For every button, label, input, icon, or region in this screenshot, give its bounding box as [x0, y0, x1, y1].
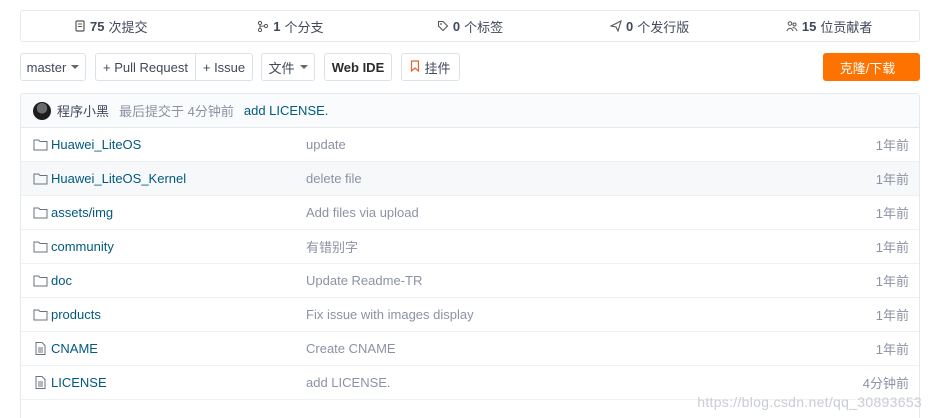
web-ide-button[interactable]: Web IDE: [324, 53, 392, 81]
file-list: 程序小黑 最后提交于 4分钟前 add LICENSE. Huawei_Lite…: [20, 93, 920, 418]
commit-icon: [74, 20, 86, 32]
file-name-link[interactable]: Huawei_LiteOS: [33, 137, 141, 152]
stat-branches[interactable]: 1 个分支: [201, 11, 381, 41]
branch-label: master: [26, 59, 67, 75]
file-commit-time: 1年前: [875, 274, 909, 289]
stat-count: 0: [452, 18, 461, 34]
repo-stats-bar: 75 次提交 1 个分支 0 个标签 0 个发行版 15 位贡献者: [20, 10, 920, 42]
file-name: products: [51, 307, 101, 322]
file-commit-message[interactable]: update: [306, 137, 346, 152]
stat-label: 个分支: [284, 19, 324, 35]
folder-icon: [33, 240, 51, 253]
stat-count: 15: [801, 18, 817, 34]
watermark: https://blog.csdn.net/qq_30893653: [697, 394, 922, 410]
stat-label: 个标签: [464, 19, 504, 35]
file-name-link[interactable]: Huawei_LiteOS_Kernel: [33, 171, 186, 186]
widget-label: 挂件: [424, 60, 451, 76]
stat-tags[interactable]: 0 个标签: [380, 11, 560, 41]
file-row[interactable]: community 有错别字 1年前: [21, 230, 919, 264]
file-row[interactable]: doc Update Readme-TR 1年前: [21, 264, 919, 298]
stat-label: 次提交: [108, 19, 148, 35]
stat-contributors[interactable]: 15 位贡献者: [739, 11, 919, 41]
file-name: Huawei_LiteOS: [51, 137, 142, 152]
file-name-link[interactable]: doc: [33, 273, 72, 288]
avatar[interactable]: [33, 101, 51, 120]
stat-label: 位贡献者: [820, 19, 873, 35]
file-commit-time: 1年前: [875, 240, 909, 255]
file-name-link[interactable]: CNAME: [33, 341, 98, 356]
files-label: 文件: [268, 60, 295, 76]
folder-icon: [33, 274, 51, 287]
stat-count: 0: [625, 18, 634, 34]
file-name-link[interactable]: LICENSE: [33, 375, 107, 390]
file-name: CNAME: [51, 341, 98, 356]
branch-icon: [257, 20, 269, 32]
file-row[interactable]: products Fix issue with images display 1年前: [21, 298, 919, 332]
folder-icon: [33, 172, 51, 185]
file-name-link[interactable]: assets/img: [33, 205, 113, 220]
files-menu-button[interactable]: 文件: [261, 53, 315, 81]
commit-time: 最后提交于 4分钟前: [119, 104, 234, 119]
file-commit-time: 1年前: [875, 138, 909, 153]
stat-commits[interactable]: 75 次提交: [21, 11, 201, 41]
file-commit-time: 1年前: [875, 342, 909, 357]
stat-releases[interactable]: 0 个发行版: [560, 11, 740, 41]
file-name-link[interactable]: products: [33, 307, 101, 322]
new-issue-button[interactable]: + Issue: [195, 54, 252, 80]
branch-select[interactable]: master: [20, 53, 86, 81]
file-row[interactable]: CNAME Create CNAME 1年前: [21, 332, 919, 366]
widget-button[interactable]: 挂件: [401, 53, 460, 81]
stat-count: 75: [90, 18, 105, 34]
commit-author[interactable]: 程序小黑: [57, 101, 109, 120]
file-commit-message[interactable]: Add files via upload: [306, 205, 419, 220]
file-commit-time: 4分钟前: [862, 376, 909, 391]
file-name: assets/img: [51, 205, 114, 220]
file-icon: [33, 342, 51, 355]
clone-label: 克隆/下载: [839, 60, 896, 76]
clone-download-button[interactable]: 克隆/下载: [823, 53, 920, 81]
stat-label: 个发行版: [637, 19, 690, 35]
file-commit-time: 1年前: [875, 206, 909, 221]
contributors-icon: [786, 20, 798, 32]
tag-icon: [437, 20, 449, 32]
new-pull-request-button[interactable]: + Pull Request: [96, 54, 195, 80]
release-icon: [609, 20, 622, 32]
file-icon: [33, 376, 51, 389]
repo-toolbar: master + Pull Request + Issue 文件 Web IDE…: [20, 53, 920, 81]
file-name: doc: [51, 273, 72, 288]
file-commit-message[interactable]: Create CNAME: [306, 341, 396, 356]
file-commit-message[interactable]: Fix issue with images display: [306, 307, 474, 322]
folder-icon: [33, 206, 51, 219]
file-commit-message[interactable]: delete file: [306, 171, 362, 186]
stat-count: 1: [273, 18, 281, 34]
file-commit-time: 1年前: [875, 172, 909, 187]
latest-commit-bar: 程序小黑 最后提交于 4分钟前 add LICENSE.: [21, 94, 919, 128]
file-row[interactable]: Huawei_LiteOS_Kernel delete file 1年前: [21, 162, 919, 196]
folder-icon: [33, 138, 51, 151]
file-name: community: [51, 239, 114, 254]
file-commit-message[interactable]: add LICENSE.: [306, 375, 391, 390]
commit-message-link[interactable]: add LICENSE.: [244, 103, 329, 118]
folder-icon: [33, 308, 51, 321]
file-name: LICENSE: [51, 375, 107, 390]
bookmark-icon: [410, 59, 420, 75]
file-row[interactable]: Huawei_LiteOS update 1年前: [21, 128, 919, 162]
file-name-link[interactable]: community: [33, 239, 114, 254]
chevron-down-icon: [299, 65, 308, 69]
pr-issue-group: + Pull Request + Issue: [95, 53, 253, 81]
file-row[interactable]: assets/img Add files via upload 1年前: [21, 196, 919, 230]
file-commit-message[interactable]: 有错别字: [306, 237, 358, 256]
chevron-down-icon: [71, 65, 80, 69]
file-commit-message[interactable]: Update Readme-TR: [306, 273, 422, 288]
file-commit-time: 1年前: [875, 308, 909, 323]
file-name: Huawei_LiteOS_Kernel: [51, 171, 187, 186]
